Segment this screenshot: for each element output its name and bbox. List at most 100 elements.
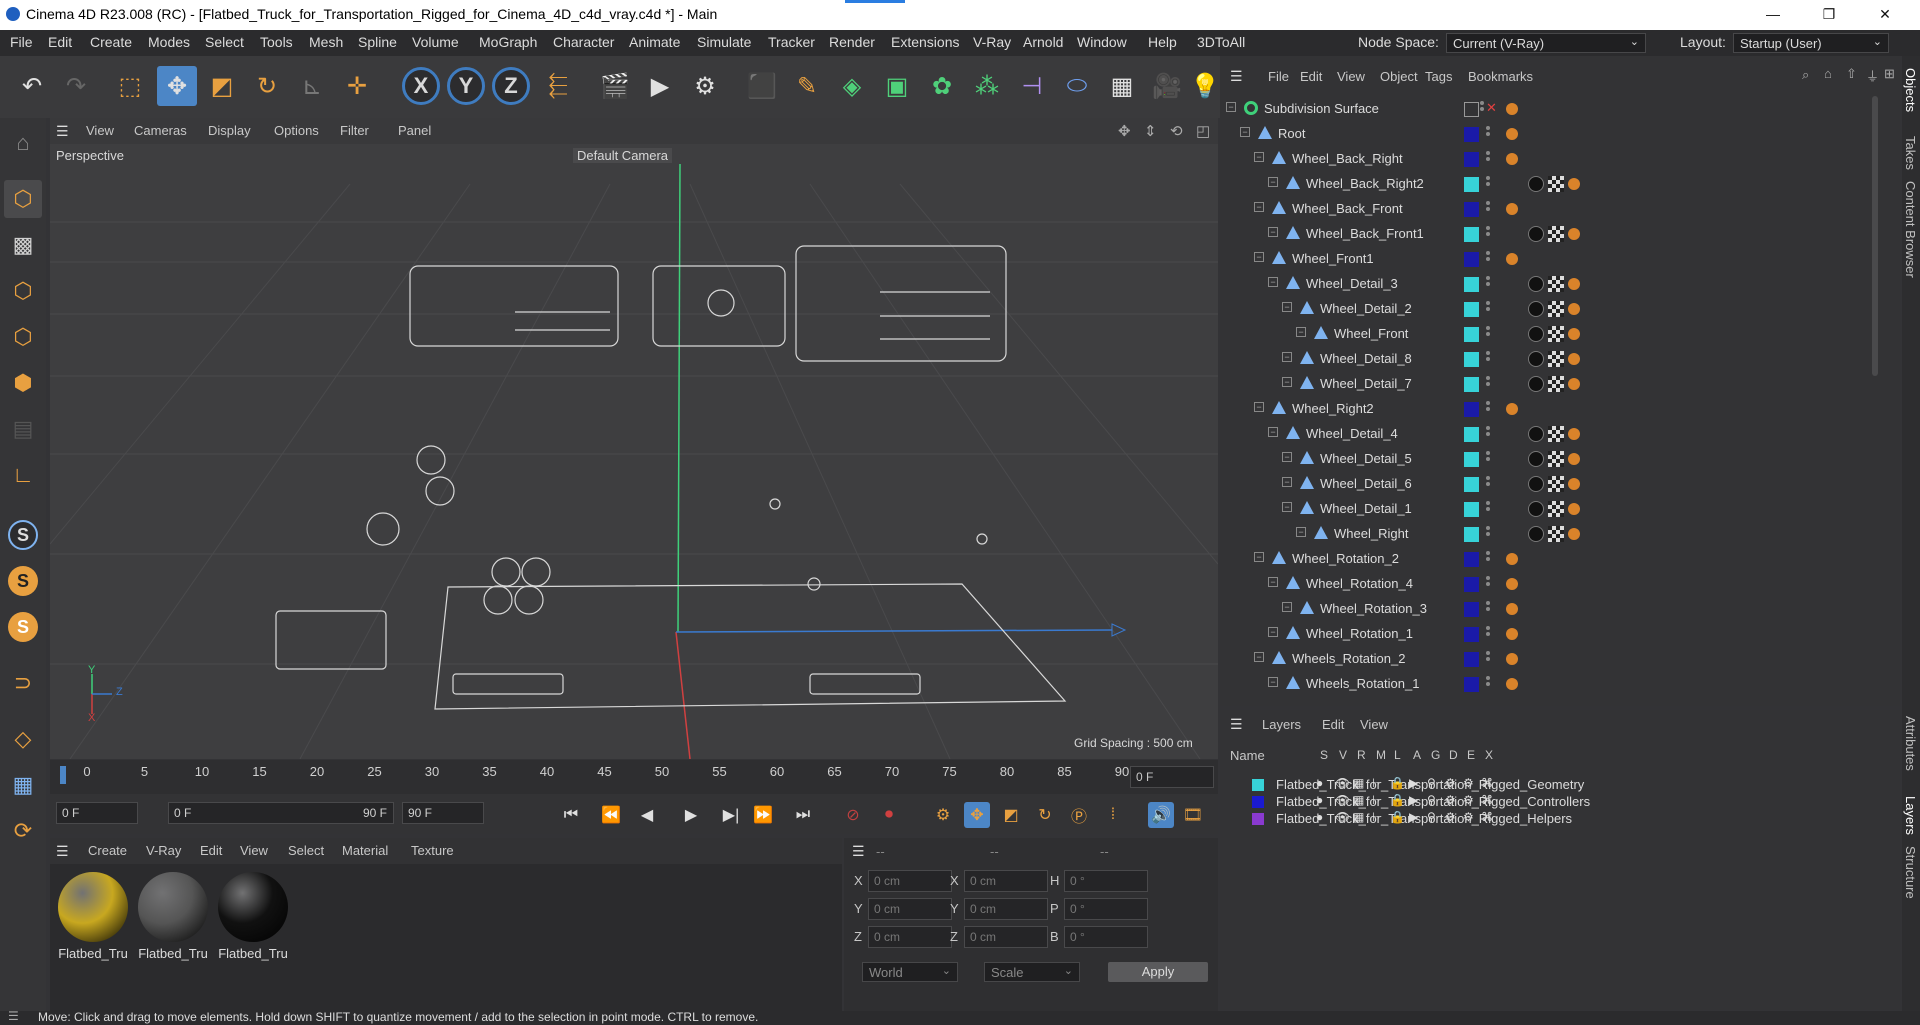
layer-toggle-icon[interactable]: ● — [1316, 776, 1323, 790]
transform-tool-icon[interactable]: ✛ — [337, 66, 377, 106]
object-tags-icon[interactable] — [1506, 200, 1626, 218]
snap-s-orange-icon[interactable]: S — [4, 562, 42, 600]
layer-color-swatch[interactable] — [1464, 402, 1479, 417]
layer-toggle-icon[interactable]: ⚙ — [1445, 810, 1456, 824]
object-name[interactable]: Wheel_Back_Right — [1292, 151, 1403, 166]
object-name[interactable]: Wheel_Detail_4 — [1306, 426, 1398, 441]
object-tags-icon[interactable] — [1506, 100, 1626, 118]
recent-tool-icon[interactable]: ⊾ — [292, 66, 332, 106]
visibility-dots-icon[interactable] — [1486, 526, 1490, 543]
sound-icon[interactable]: 🔊 — [1148, 802, 1174, 828]
light-icon[interactable]: 💡 — [1190, 66, 1220, 106]
layer-color-swatch[interactable] — [1464, 202, 1479, 217]
extrude-icon[interactable]: ▣ — [877, 66, 917, 106]
layer-toggle-icon[interactable]: 🔒 — [1390, 776, 1405, 790]
layer-column-header[interactable]: S — [1320, 748, 1328, 762]
menu-window[interactable]: Window — [1077, 34, 1127, 50]
snap-s-settings-icon[interactable]: S — [4, 608, 42, 646]
object-tags-icon[interactable] — [1506, 650, 1626, 668]
material-menu-edit[interactable]: Edit — [200, 843, 222, 858]
expand-toggle-icon[interactable]: − — [1282, 302, 1292, 312]
scale-mode-select[interactable]: Scale ⌄ — [984, 962, 1080, 982]
layers-menu-layers[interactable]: Layers — [1262, 717, 1301, 732]
expand-toggle-icon[interactable]: − — [1296, 527, 1306, 537]
render-view-icon[interactable]: 🎬 — [595, 66, 635, 106]
axis-mode-icon[interactable]: ∟ — [4, 456, 42, 494]
visibility-dots-icon[interactable] — [1486, 426, 1490, 443]
object-row[interactable]: − Wheel_Back_Right2 — [1222, 172, 1878, 197]
visibility-dots-icon[interactable] — [1486, 351, 1490, 368]
magnet-icon[interactable]: ⊃ — [4, 664, 42, 702]
layer-toggle-icon[interactable]: ▶ — [1409, 793, 1418, 807]
viewport-menu-options[interactable]: Options — [274, 123, 319, 138]
visibility-dots-icon[interactable] — [1486, 626, 1490, 643]
3d-viewport[interactable]: Perspective Default Camera Grid Spacing … — [50, 144, 1218, 759]
layer-toggle-icon[interactable]: ▦ — [1353, 810, 1364, 824]
status-hamburger-icon[interactable]: ☰ — [8, 1009, 19, 1023]
texture-mode-icon[interactable]: ▩ — [4, 226, 42, 264]
visibility-dots-icon[interactable] — [1480, 101, 1484, 118]
viewport-menu-display[interactable]: Display — [208, 123, 251, 138]
object-name[interactable]: Wheel_Rotation_1 — [1306, 626, 1413, 641]
object-name[interactable]: Wheel_Rotation_4 — [1306, 576, 1413, 591]
visibility-dots-icon[interactable] — [1486, 601, 1490, 618]
record-icon[interactable]: ⊘ — [840, 802, 866, 828]
mograph-cloner-icon[interactable]: ✿ — [922, 66, 962, 106]
layers-hamburger-icon[interactable]: ☰ — [1230, 716, 1243, 733]
object-tags-icon[interactable] — [1506, 575, 1626, 593]
layer-toggle-icon[interactable]: ⚲ — [1427, 793, 1436, 807]
layer-column-header[interactable]: L — [1394, 748, 1401, 762]
uv-mode-icon[interactable]: ▤ — [4, 410, 42, 448]
object-row[interactable]: − Wheel_Rotation_4 — [1222, 572, 1878, 597]
layer-toggle-icon[interactable]: ⚲ — [1427, 810, 1436, 824]
layer-color-swatch[interactable] — [1464, 302, 1479, 317]
layer-color-swatch[interactable] — [1464, 327, 1479, 342]
edges-mode-icon[interactable]: ⬡ — [4, 318, 42, 356]
preview-range-slider[interactable]: 0 F 90 F — [168, 802, 394, 824]
layer-color-swatch[interactable] — [1464, 252, 1479, 267]
play-icon[interactable]: ▶ — [678, 802, 704, 828]
playhead[interactable] — [60, 766, 66, 784]
coord-value-field[interactable]: 0 cm — [964, 898, 1048, 920]
expand-toggle-icon[interactable]: − — [1254, 152, 1264, 162]
object-tags-icon[interactable] — [1506, 325, 1626, 343]
object-row[interactable]: − Wheel_Back_Right — [1222, 147, 1878, 172]
layer-color-swatch[interactable] — [1464, 102, 1479, 117]
viewport-menu-filter[interactable]: Filter — [340, 123, 369, 138]
object-name[interactable]: Wheel_Rotation_3 — [1320, 601, 1427, 616]
object-name[interactable]: Wheel_Front — [1334, 326, 1408, 341]
layer-toggle-icon[interactable]: ⌘ — [1481, 793, 1493, 807]
visibility-dots-icon[interactable] — [1486, 276, 1490, 293]
layer-color-swatch[interactable] — [1464, 177, 1479, 192]
expand-toggle-icon[interactable]: − — [1268, 577, 1278, 587]
layer-toggle-icon[interactable]: ⊢ — [1372, 810, 1382, 824]
menu-tools[interactable]: Tools — [260, 34, 293, 50]
timeline-ruler[interactable]: 0 F 0 5 10 15 20 25 30 35 40 45 50 55 60 65 70 75 80 85 90 — [50, 760, 1218, 794]
lock-workplane-icon[interactable]: ⟳ — [4, 812, 42, 850]
layer-column-header[interactable]: R — [1357, 748, 1366, 762]
layer-column-header[interactable]: X — [1485, 748, 1493, 762]
object-row[interactable]: − Wheel_Back_Front — [1222, 197, 1878, 222]
layer-color-swatch[interactable] — [1464, 452, 1479, 467]
array-icon[interactable]: ⁂ — [967, 66, 1007, 106]
render-settings-icon[interactable]: ⚙ — [685, 66, 725, 106]
object-tags-icon[interactable] — [1506, 125, 1626, 143]
objects-up-icon[interactable]: ⇧ — [1846, 66, 1857, 82]
expand-toggle-icon[interactable]: − — [1268, 227, 1278, 237]
layer-toggle-icon[interactable]: ⌘ — [1481, 776, 1493, 790]
side-tab-layers[interactable]: Layers — [1903, 796, 1918, 835]
side-tab-content-browser[interactable]: Content Browser — [1903, 181, 1918, 278]
snap-s-icon[interactable]: S — [4, 516, 42, 554]
object-tags-icon[interactable] — [1506, 625, 1626, 643]
object-name[interactable]: Wheel_Back_Front1 — [1306, 226, 1424, 241]
object-name[interactable]: Wheel_Detail_2 — [1320, 301, 1412, 316]
layer-toggle-icon[interactable]: 🔒 — [1390, 793, 1405, 807]
object-name[interactable]: Wheel_Right — [1334, 526, 1408, 541]
rotate-tool-icon[interactable]: ↻ — [247, 66, 287, 106]
field-icon[interactable]: ⬭ — [1057, 66, 1097, 106]
keyframe-selection-icon[interactable]: ⚙ — [930, 802, 956, 828]
side-tab-objects[interactable]: Objects — [1903, 68, 1918, 112]
menu-mesh[interactable]: Mesh — [309, 34, 343, 50]
object-name[interactable]: Wheels_Rotation_1 — [1306, 676, 1419, 691]
layer-color-swatch[interactable] — [1464, 277, 1479, 292]
